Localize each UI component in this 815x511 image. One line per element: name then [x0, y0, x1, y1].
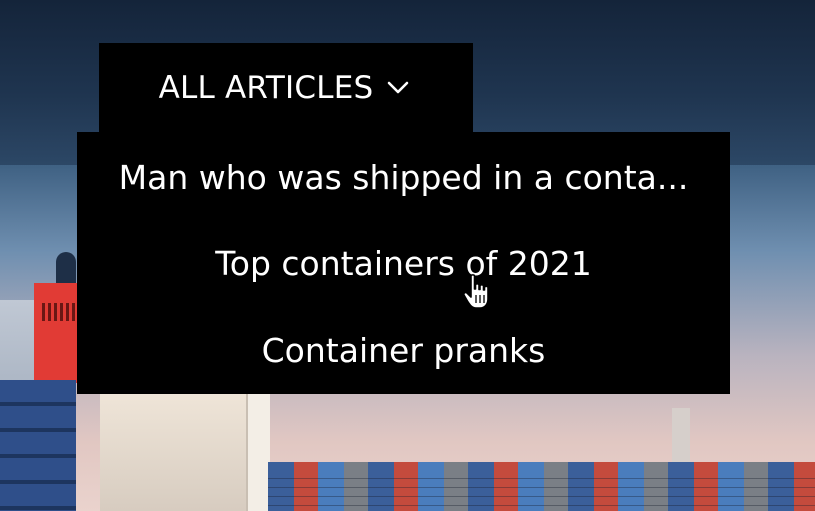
dropdown-toggle-content: ALL ARTICLES — [159, 70, 410, 106]
container-stack-blue — [0, 380, 76, 511]
articles-dropdown-menu: Man who was shipped in a conta... Top co… — [77, 132, 730, 394]
container-row-shading — [268, 470, 815, 511]
all-articles-dropdown-toggle[interactable]: ALL ARTICLES — [99, 43, 473, 133]
crane-mast — [246, 393, 270, 511]
port-crane — [100, 393, 270, 511]
dropdown-title: ALL ARTICLES — [158, 70, 374, 106]
menu-item-man-shipped-in-container[interactable]: Man who was shipped in a conta... — [77, 158, 730, 198]
menu-item-top-containers-2021[interactable]: Top containers of 2021 — [77, 244, 730, 284]
ship-mast — [56, 252, 76, 286]
chevron-down-icon — [388, 81, 409, 94]
hand-pointer-icon — [462, 274, 489, 309]
menu-item-container-pranks[interactable]: Container pranks — [77, 331, 730, 371]
ship-vents — [42, 303, 78, 321]
